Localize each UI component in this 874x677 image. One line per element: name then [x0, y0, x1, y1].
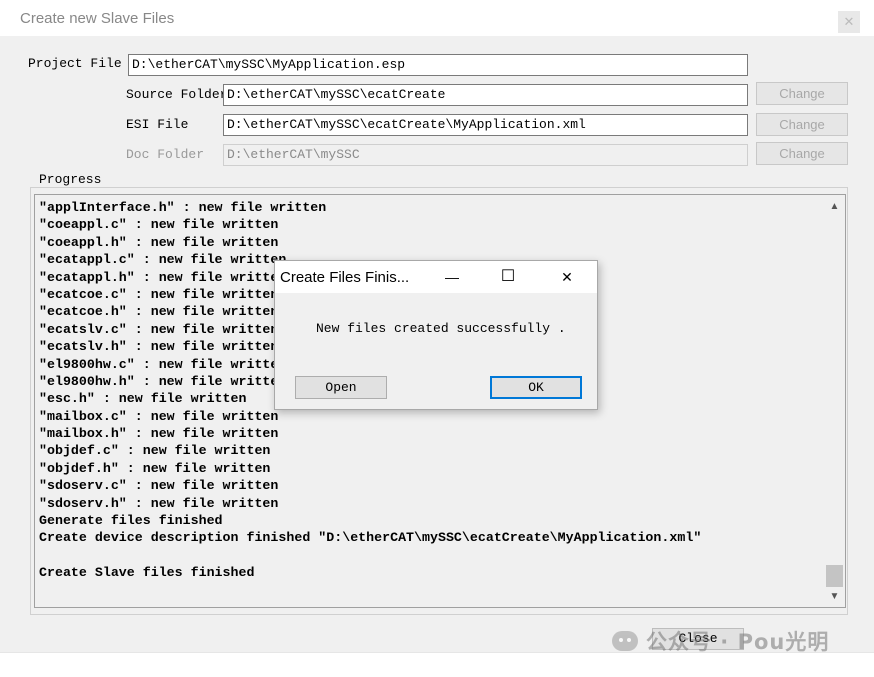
create-files-finished-dialog: Create Files Finis... — ☐ ✕ New files cr…	[274, 260, 598, 410]
scroll-down-icon[interactable]: ▼	[824, 588, 845, 606]
ok-button[interactable]: OK	[490, 376, 582, 399]
log-line: Create Slave files finished	[39, 565, 255, 581]
dialog-title: Create Files Finis...	[280, 269, 410, 286]
log-line: "sdoserv.c" : new file written	[39, 478, 279, 494]
watermark: 公众号 · Pou光明	[612, 626, 829, 656]
log-scrollbar[interactable]: ▲ ▼	[824, 195, 845, 607]
scroll-thumb[interactable]	[826, 565, 843, 587]
log-line: Generate files finished	[39, 513, 223, 529]
esi-file-label: ESI File	[126, 117, 189, 132]
doc-folder-change-button: Change	[756, 142, 848, 165]
wechat-icon	[612, 631, 638, 651]
window-title: Create new Slave Files	[20, 10, 175, 27]
esi-file-change-button[interactable]: Change	[756, 113, 848, 136]
log-line: "sdoserv.h" : new file written	[39, 495, 279, 511]
doc-folder-field: D:\etherCAT\mySSC	[223, 144, 748, 166]
dialog-close-icon[interactable]: ✕	[552, 265, 582, 289]
log-line: "coeappl.h" : new file written	[39, 234, 279, 250]
log-line: "objdef.c" : new file written	[39, 443, 271, 459]
log-line: "coeappl.c" : new file written	[39, 217, 279, 233]
project-file-field[interactable]: D:\etherCAT\mySSC\MyApplication.esp	[128, 54, 748, 76]
esi-file-field[interactable]: D:\etherCAT\mySSC\ecatCreate\MyApplicati…	[223, 114, 748, 136]
source-folder-field[interactable]: D:\etherCAT\mySSC\ecatCreate	[223, 84, 748, 106]
progress-label: Progress	[36, 172, 105, 187]
dialog-titlebar: Create Files Finis... — ☐ ✕	[275, 261, 597, 293]
log-line: "mailbox.h" : new file written	[39, 426, 279, 442]
open-button[interactable]: Open	[295, 376, 387, 399]
project-file-label: Project File	[28, 56, 122, 71]
doc-folder-label: Doc Folder	[126, 147, 205, 162]
watermark-text: 公众号 · Pou光明	[646, 630, 830, 654]
log-line: "mailbox.c" : new file written	[39, 408, 279, 424]
source-folder-change-button[interactable]: Change	[756, 82, 848, 105]
source-folder-label: Source Folder	[126, 87, 228, 102]
window-close-icon[interactable]: ✕	[838, 11, 860, 33]
scroll-up-icon[interactable]: ▲	[824, 198, 845, 216]
log-line: "objdef.h" : new file written	[39, 460, 271, 476]
dialog-message: New files created successfully .	[316, 321, 566, 336]
window-titlebar: Create new Slave Files ✕	[0, 0, 874, 36]
minimize-icon[interactable]: —	[437, 265, 467, 289]
maximize-icon[interactable]: ☐	[493, 265, 523, 289]
log-line: "applInterface.h" : new file written	[39, 200, 327, 215]
log-line: Create device description finished "D:\e…	[39, 530, 702, 546]
